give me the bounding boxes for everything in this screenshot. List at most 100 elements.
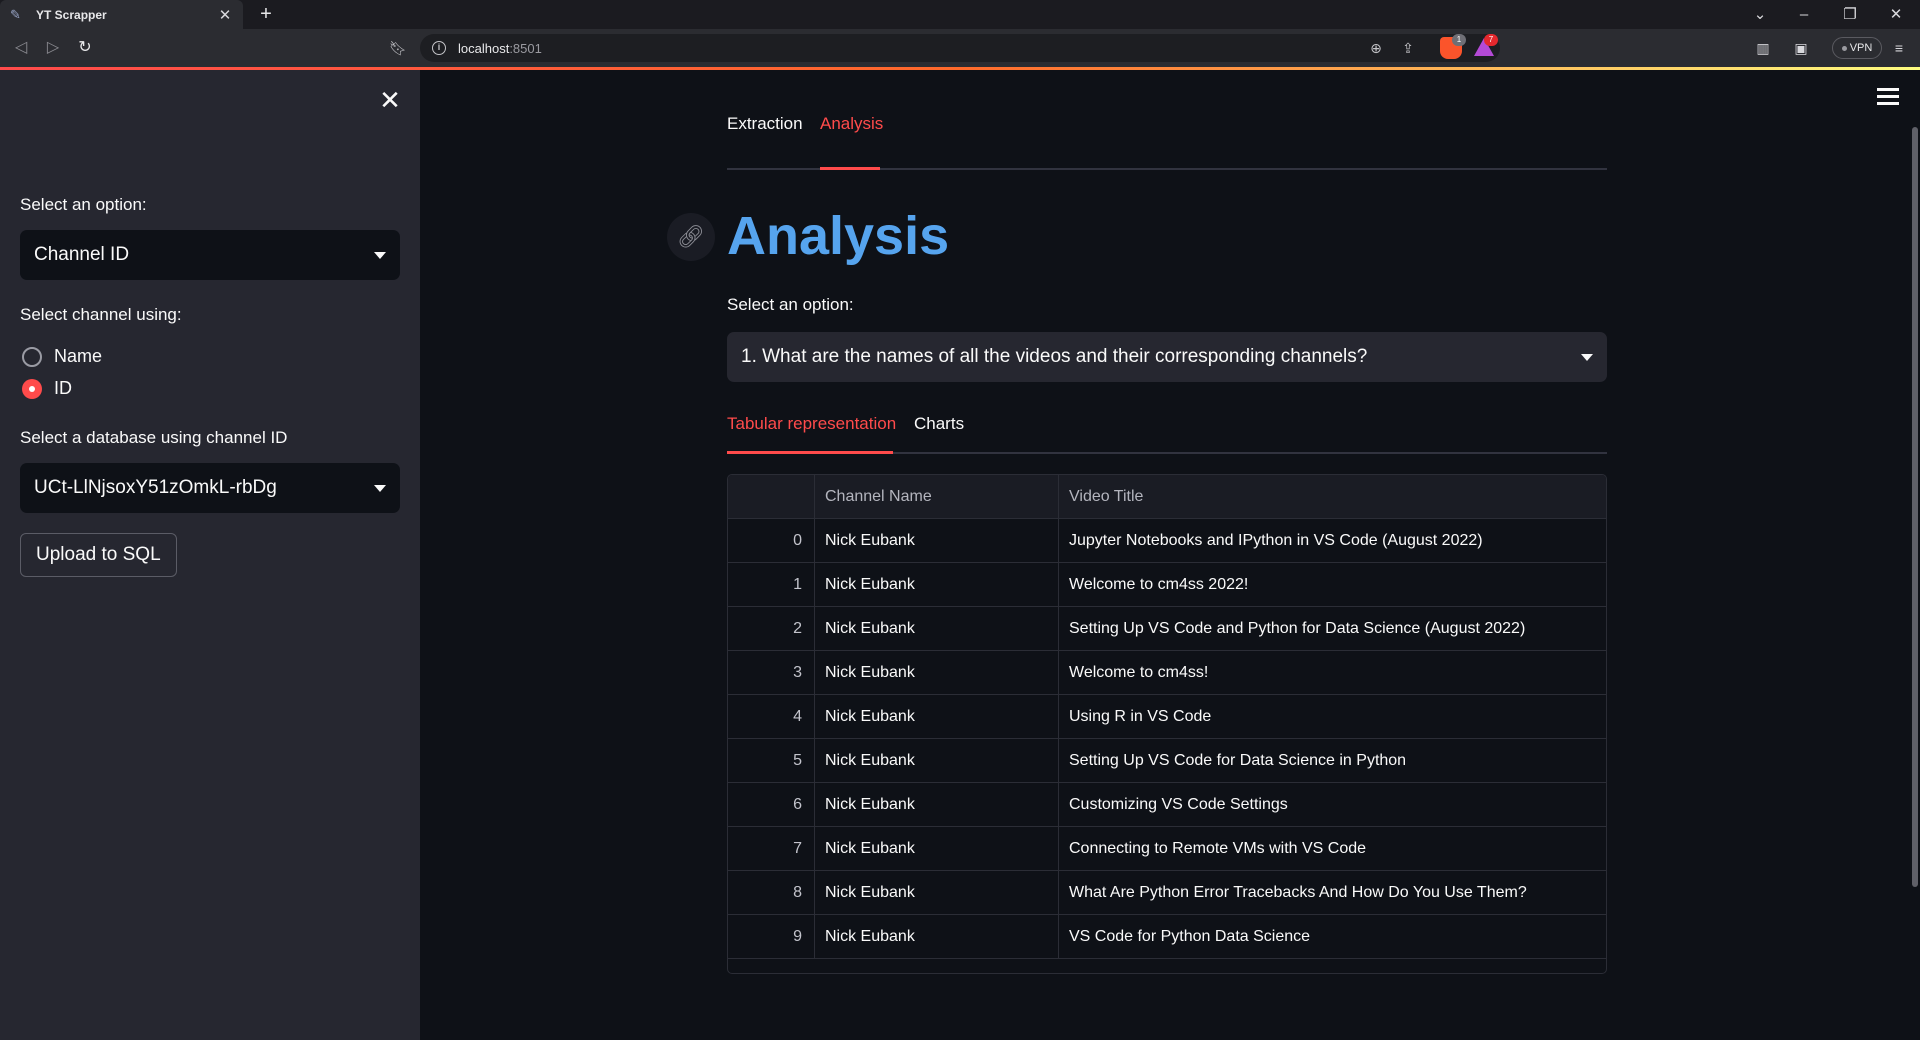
minimize-button[interactable]: –: [1784, 4, 1824, 26]
chevron-down-icon: [1581, 353, 1593, 361]
video-title-cell: VS Code for Python Data Science: [1069, 928, 1311, 945]
option-select-value: Channel ID: [34, 244, 130, 265]
option-select[interactable]: Channel ID: [20, 230, 400, 280]
row-index-cell: 7: [728, 827, 815, 871]
table-row[interactable]: 6 Nick Eubank Customizing VS Code Settings: [728, 783, 1606, 827]
address-bar[interactable]: i localhost:8501: [420, 34, 1500, 62]
row-index-cell: 4: [728, 695, 815, 739]
column-header-channel-name[interactable]: Channel Name: [815, 475, 1059, 519]
radio-option-id[interactable]: ID: [22, 378, 72, 399]
menu-line: [1877, 95, 1899, 98]
table-row[interactable]: 0 Nick Eubank Jupyter Notebooks and IPytho…: [728, 519, 1606, 563]
table-row[interactable]: 5 Nick Eubank Setting Up VS Code for Data …: [728, 739, 1606, 783]
sidebar: ✕ Select an option: Channel ID Select ch…: [0, 70, 420, 1040]
row-index-cell: 3: [728, 651, 815, 695]
browser-tabstrip: ✎ YT Scrapper ✕ + ⌄ – ❐ ✕: [0, 0, 1920, 29]
table-row[interactable]: 2 Nick Eubank Setting Up VS Code and Pytho…: [728, 607, 1606, 651]
video-title-cell: Jupyter Notebooks and IPython in VS Code…: [1069, 532, 1483, 549]
question-select[interactable]: 1. What are the names of all the videos …: [727, 332, 1607, 382]
video-title-cell: Customizing VS Code Settings: [1069, 796, 1288, 813]
tab-search-icon[interactable]: ⌄: [1740, 4, 1780, 26]
channel-name-cell: Nick Eubank: [815, 695, 1059, 739]
zoom-icon[interactable]: ⊕: [1366, 38, 1386, 58]
share-icon[interactable]: ⇪: [1398, 38, 1418, 58]
vpn-status-dot: [1841, 45, 1847, 51]
video-title-cell: Welcome to cm4ss 2022!: [1069, 576, 1249, 593]
page-title: Analysis: [727, 206, 950, 266]
sidebar-toggle-icon[interactable]: ▥: [1752, 38, 1774, 58]
close-sidebar-icon[interactable]: ✕: [378, 87, 402, 113]
index-header: [728, 475, 815, 519]
forward-icon[interactable]: ▷: [42, 37, 64, 59]
reload-icon[interactable]: ↻: [74, 37, 96, 59]
browser-tab[interactable]: ✎ YT Scrapper ✕: [0, 0, 243, 29]
chevron-down-icon: [374, 251, 386, 259]
radio-option-name[interactable]: Name: [22, 346, 102, 367]
tab-tabular-representation[interactable]: Tabular representation: [727, 414, 896, 434]
channel-name-cell: Nick Eubank: [815, 827, 1059, 871]
channel-name-cell: Nick Eubank: [815, 607, 1059, 651]
video-title-cell: Using R in VS Code: [1069, 708, 1212, 725]
chevron-down-icon: [374, 484, 386, 492]
vertical-scrollbar[interactable]: [1912, 127, 1918, 887]
bookmark-icon[interactable]: 🔖︎: [388, 38, 408, 58]
row-index-cell: 8: [728, 871, 815, 915]
database-select[interactable]: UCt-LlNjsoxY51zOmkL-rbDg: [20, 463, 400, 513]
row-index-cell: 2: [728, 607, 815, 651]
url-port: :8501: [509, 40, 542, 56]
menu-line: [1877, 102, 1899, 105]
column-header-video-title[interactable]: Video Title: [1059, 475, 1606, 519]
question-select-label: Select an option:: [727, 295, 854, 314]
results-table[interactable]: Channel Name Video Title 0 Nick Eubank Jup…: [727, 474, 1607, 974]
streamlit-app: ✕ Select an option: Channel ID Select ch…: [0, 70, 1920, 1040]
close-tab-icon[interactable]: ✕: [217, 6, 233, 24]
video-title-cell: Welcome to cm4ss!: [1069, 664, 1209, 681]
browser-menu-icon[interactable]: ≡: [1888, 38, 1910, 58]
channel-radio-label: Select channel using:: [20, 305, 182, 324]
upload-to-sql-button[interactable]: Upload to SQL: [20, 533, 177, 577]
browser-toolbar: ◁ ▷ ↻ 🔖︎ i localhost:8501 ⊕ ⇪ 1 7 ▥ ▣ VP…: [0, 29, 1920, 67]
option-select-label: Select an option:: [20, 195, 147, 214]
radio-unselected-icon: [22, 346, 42, 367]
table-row[interactable]: 9 Nick Eubank VS Code for Python Data Scie…: [728, 915, 1606, 959]
active-tab-indicator: [820, 167, 880, 170]
video-title-cell: Setting Up VS Code and Python for Data S…: [1069, 620, 1526, 637]
site-info-icon[interactable]: i: [432, 41, 446, 55]
back-icon[interactable]: ◁: [10, 37, 32, 59]
link-icon[interactable]: 🔗︎: [667, 213, 715, 261]
table-row[interactable]: 1 Nick Eubank Welcome to cm4ss 2022!: [728, 563, 1606, 607]
database-select-label: Select a database using channel ID: [20, 428, 288, 447]
tab-charts[interactable]: Charts: [914, 414, 964, 434]
tab-extraction[interactable]: Extraction: [727, 114, 803, 134]
channel-name-cell: Nick Eubank: [815, 871, 1059, 915]
row-index-cell: 6: [728, 783, 815, 827]
tab-analysis[interactable]: Analysis: [820, 114, 883, 134]
table-row[interactable]: 3 Nick Eubank Welcome to cm4ss!: [728, 651, 1606, 695]
wallet-icon[interactable]: ▣: [1790, 38, 1812, 58]
main-menu-icon[interactable]: [1877, 88, 1899, 106]
channel-name-cell: Nick Eubank: [815, 651, 1059, 695]
close-window-button[interactable]: ✕: [1876, 4, 1916, 26]
channel-name-cell: Nick Eubank: [815, 915, 1059, 959]
vpn-button[interactable]: VPN: [1832, 37, 1882, 59]
channel-name-cell: Nick Eubank: [815, 563, 1059, 607]
menu-line: [1877, 88, 1899, 91]
result-tabs: Tabular representation Charts: [727, 410, 1607, 454]
video-title-cell: Connecting to Remote VMs with VS Code: [1069, 840, 1367, 857]
video-title-cell: Setting Up VS Code for Data Science in P…: [1069, 752, 1407, 769]
row-index-cell: 1: [728, 563, 815, 607]
video-title-cell: What Are Python Error Tracebacks And How…: [1069, 884, 1527, 901]
table-row[interactable]: 8 Nick Eubank What Are Python Error Traceb…: [728, 871, 1606, 915]
table-row[interactable]: 4 Nick Eubank Using R in VS Code: [728, 695, 1606, 739]
row-index-cell: 9: [728, 915, 815, 959]
table-row[interactable]: 7 Nick Eubank Connecting to Remote VMs wit…: [728, 827, 1606, 871]
question-select-value: 1. What are the names of all the videos …: [741, 346, 1368, 367]
radio-selected-icon: [22, 378, 42, 399]
channel-name-cell: Nick Eubank: [815, 519, 1059, 563]
new-tab-button[interactable]: +: [255, 3, 277, 25]
database-select-value: UCt-LlNjsoxY51zOmkL-rbDg: [34, 477, 277, 498]
radio-option-label: Name: [54, 346, 103, 366]
active-subtab-indicator: [727, 451, 893, 454]
restore-button[interactable]: ❐: [1830, 4, 1870, 26]
channel-name-cell: Nick Eubank: [815, 783, 1059, 827]
